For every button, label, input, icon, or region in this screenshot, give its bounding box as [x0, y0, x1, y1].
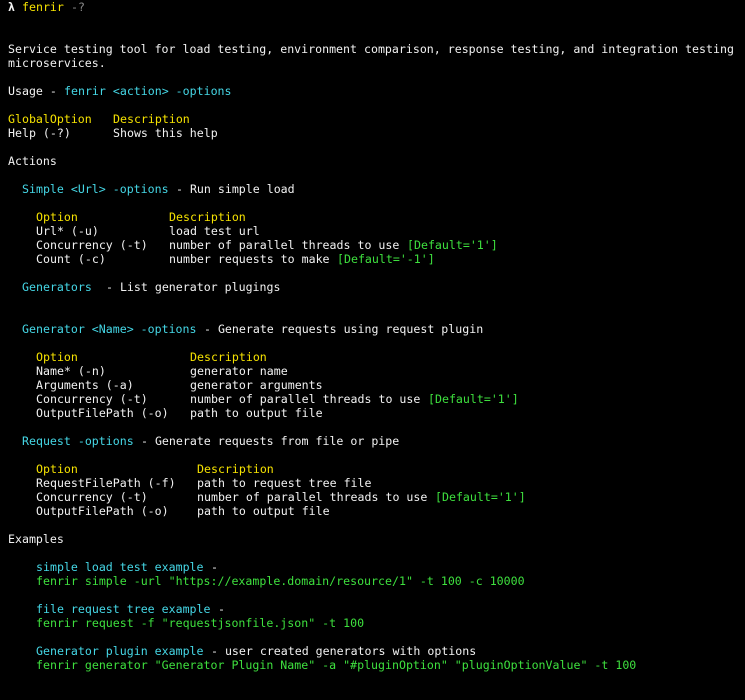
- table-row: Concurrency (-t) number of parallel thre…: [36, 392, 519, 406]
- global-option-header: GlobalOption Description: [8, 112, 190, 126]
- table-row: Concurrency (-t) number of parallel thre…: [36, 490, 526, 504]
- request-table-header: Option Description: [36, 462, 274, 476]
- examples-title: Examples: [8, 532, 64, 546]
- global-option-name: Help (-?): [8, 126, 71, 140]
- action-generator-name: Generator <Name> -options: [22, 322, 197, 336]
- global-option-row: Help (-?) Shows this help: [8, 126, 218, 140]
- table-row: OutputFilePath (-o) path to output file: [36, 406, 323, 420]
- option-name: Concurrency (-t): [36, 392, 148, 406]
- description-line-2: microservices.: [8, 56, 106, 70]
- simple-table-header: Option Description: [36, 210, 246, 224]
- option-default: [Default='-1']: [337, 252, 435, 266]
- request-col-option: Option: [36, 462, 78, 476]
- global-option-col-description: Description: [113, 112, 190, 126]
- prompt-command: fenrir: [22, 0, 64, 14]
- table-row: RequestFilePath (-f) path to request tre…: [36, 476, 372, 490]
- usage-label: Usage -: [8, 84, 64, 98]
- option-name: Concurrency (-t): [36, 238, 148, 252]
- description-line-1: Service testing tool for load testing, e…: [8, 42, 734, 56]
- action-simple-name: Simple <Url> -options: [22, 182, 169, 196]
- example-title: simple load test example: [36, 560, 204, 574]
- usage-command: fenrir <action> -options: [64, 84, 232, 98]
- prompt-line: λ fenrir -?: [8, 0, 85, 14]
- usage-line: Usage - fenrir <action> -options: [8, 84, 232, 98]
- table-row: Name* (-n) generator name: [36, 364, 288, 378]
- action-generator-heading: Generator <Name> -options - Generate req…: [22, 322, 483, 336]
- example-command: fenrir simple -url "https://example.doma…: [36, 574, 525, 588]
- example-title-line: Generator plugin example - user created …: [36, 644, 476, 658]
- global-option-desc: Shows this help: [113, 126, 218, 140]
- action-generators-desc: - List generator plugings: [99, 280, 281, 294]
- generator-table-header: Option Description: [36, 350, 267, 364]
- option-name: Concurrency (-t): [36, 490, 148, 504]
- actions-title: Actions: [8, 154, 57, 168]
- option-name: Arguments (-a): [36, 378, 134, 392]
- terminal-window[interactable]: λ fenrir -? Service testing tool for loa…: [0, 0, 745, 672]
- action-request-name: Request -options: [22, 434, 134, 448]
- table-row: Concurrency (-t) number of parallel thre…: [36, 238, 498, 252]
- option-desc: number requests to make: [169, 252, 337, 266]
- option-desc: generator name: [190, 364, 288, 378]
- option-desc: number of parallel threads to use: [190, 392, 428, 406]
- action-generators-heading: Generators - List generator plugings: [22, 280, 280, 294]
- action-request-desc: - Generate requests from file or pipe: [134, 434, 400, 448]
- option-desc: path to output file: [197, 504, 330, 518]
- option-desc: number of parallel threads to use: [197, 490, 435, 504]
- option-name: Name* (-n): [36, 364, 106, 378]
- example-suffix: -: [211, 602, 225, 616]
- request-col-description: Description: [197, 462, 274, 476]
- option-name: OutputFilePath (-o): [36, 406, 169, 420]
- table-row: Arguments (-a) generator arguments: [36, 378, 323, 392]
- example-title: Generator plugin example: [36, 644, 204, 658]
- example-title-line: simple load test example -: [36, 560, 218, 574]
- example-command: fenrir generator "Generator Plugin Name"…: [36, 658, 637, 672]
- action-generator-desc: - Generate requests using request plugin: [197, 322, 484, 336]
- option-name: OutputFilePath (-o): [36, 504, 169, 518]
- table-row: OutputFilePath (-o) path to output file: [36, 504, 330, 518]
- simple-col-description: Description: [169, 210, 246, 224]
- prompt-args: -?: [71, 0, 85, 14]
- option-desc: number of parallel threads to use: [169, 238, 407, 252]
- global-option-col-option: GlobalOption: [8, 112, 92, 126]
- action-simple-heading: Simple <Url> -options - Run simple load: [22, 182, 295, 196]
- option-name: Url* (-u): [36, 224, 99, 238]
- option-name: Count (-c): [36, 252, 106, 266]
- option-default: [Default='1']: [435, 490, 526, 504]
- action-generators-name: Generators: [22, 280, 99, 294]
- table-row: Count (-c) number requests to make [Defa…: [36, 252, 435, 266]
- example-suffix: - user created generators with options: [204, 644, 477, 658]
- action-request-heading: Request -options - Generate requests fro…: [22, 434, 399, 448]
- option-desc: load test url: [169, 224, 260, 238]
- option-desc: path to request tree file: [197, 476, 372, 490]
- option-default: [Default='1']: [428, 392, 519, 406]
- prompt-symbol: λ: [8, 0, 15, 14]
- example-command: fenrir request -f "requestjsonfile.json"…: [36, 616, 365, 630]
- example-title: file request tree example: [36, 602, 211, 616]
- table-row: Url* (-u) load test url: [36, 224, 260, 238]
- option-name: RequestFilePath (-f): [36, 476, 176, 490]
- generator-col-option: Option: [36, 350, 78, 364]
- example-title-line: file request tree example -: [36, 602, 225, 616]
- option-desc: generator arguments: [190, 378, 323, 392]
- option-default: [Default='1']: [407, 238, 498, 252]
- generator-col-description: Description: [190, 350, 267, 364]
- action-simple-desc: - Run simple load: [169, 182, 295, 196]
- example-suffix: -: [204, 560, 218, 574]
- option-desc: path to output file: [190, 406, 323, 420]
- simple-col-option: Option: [36, 210, 78, 224]
